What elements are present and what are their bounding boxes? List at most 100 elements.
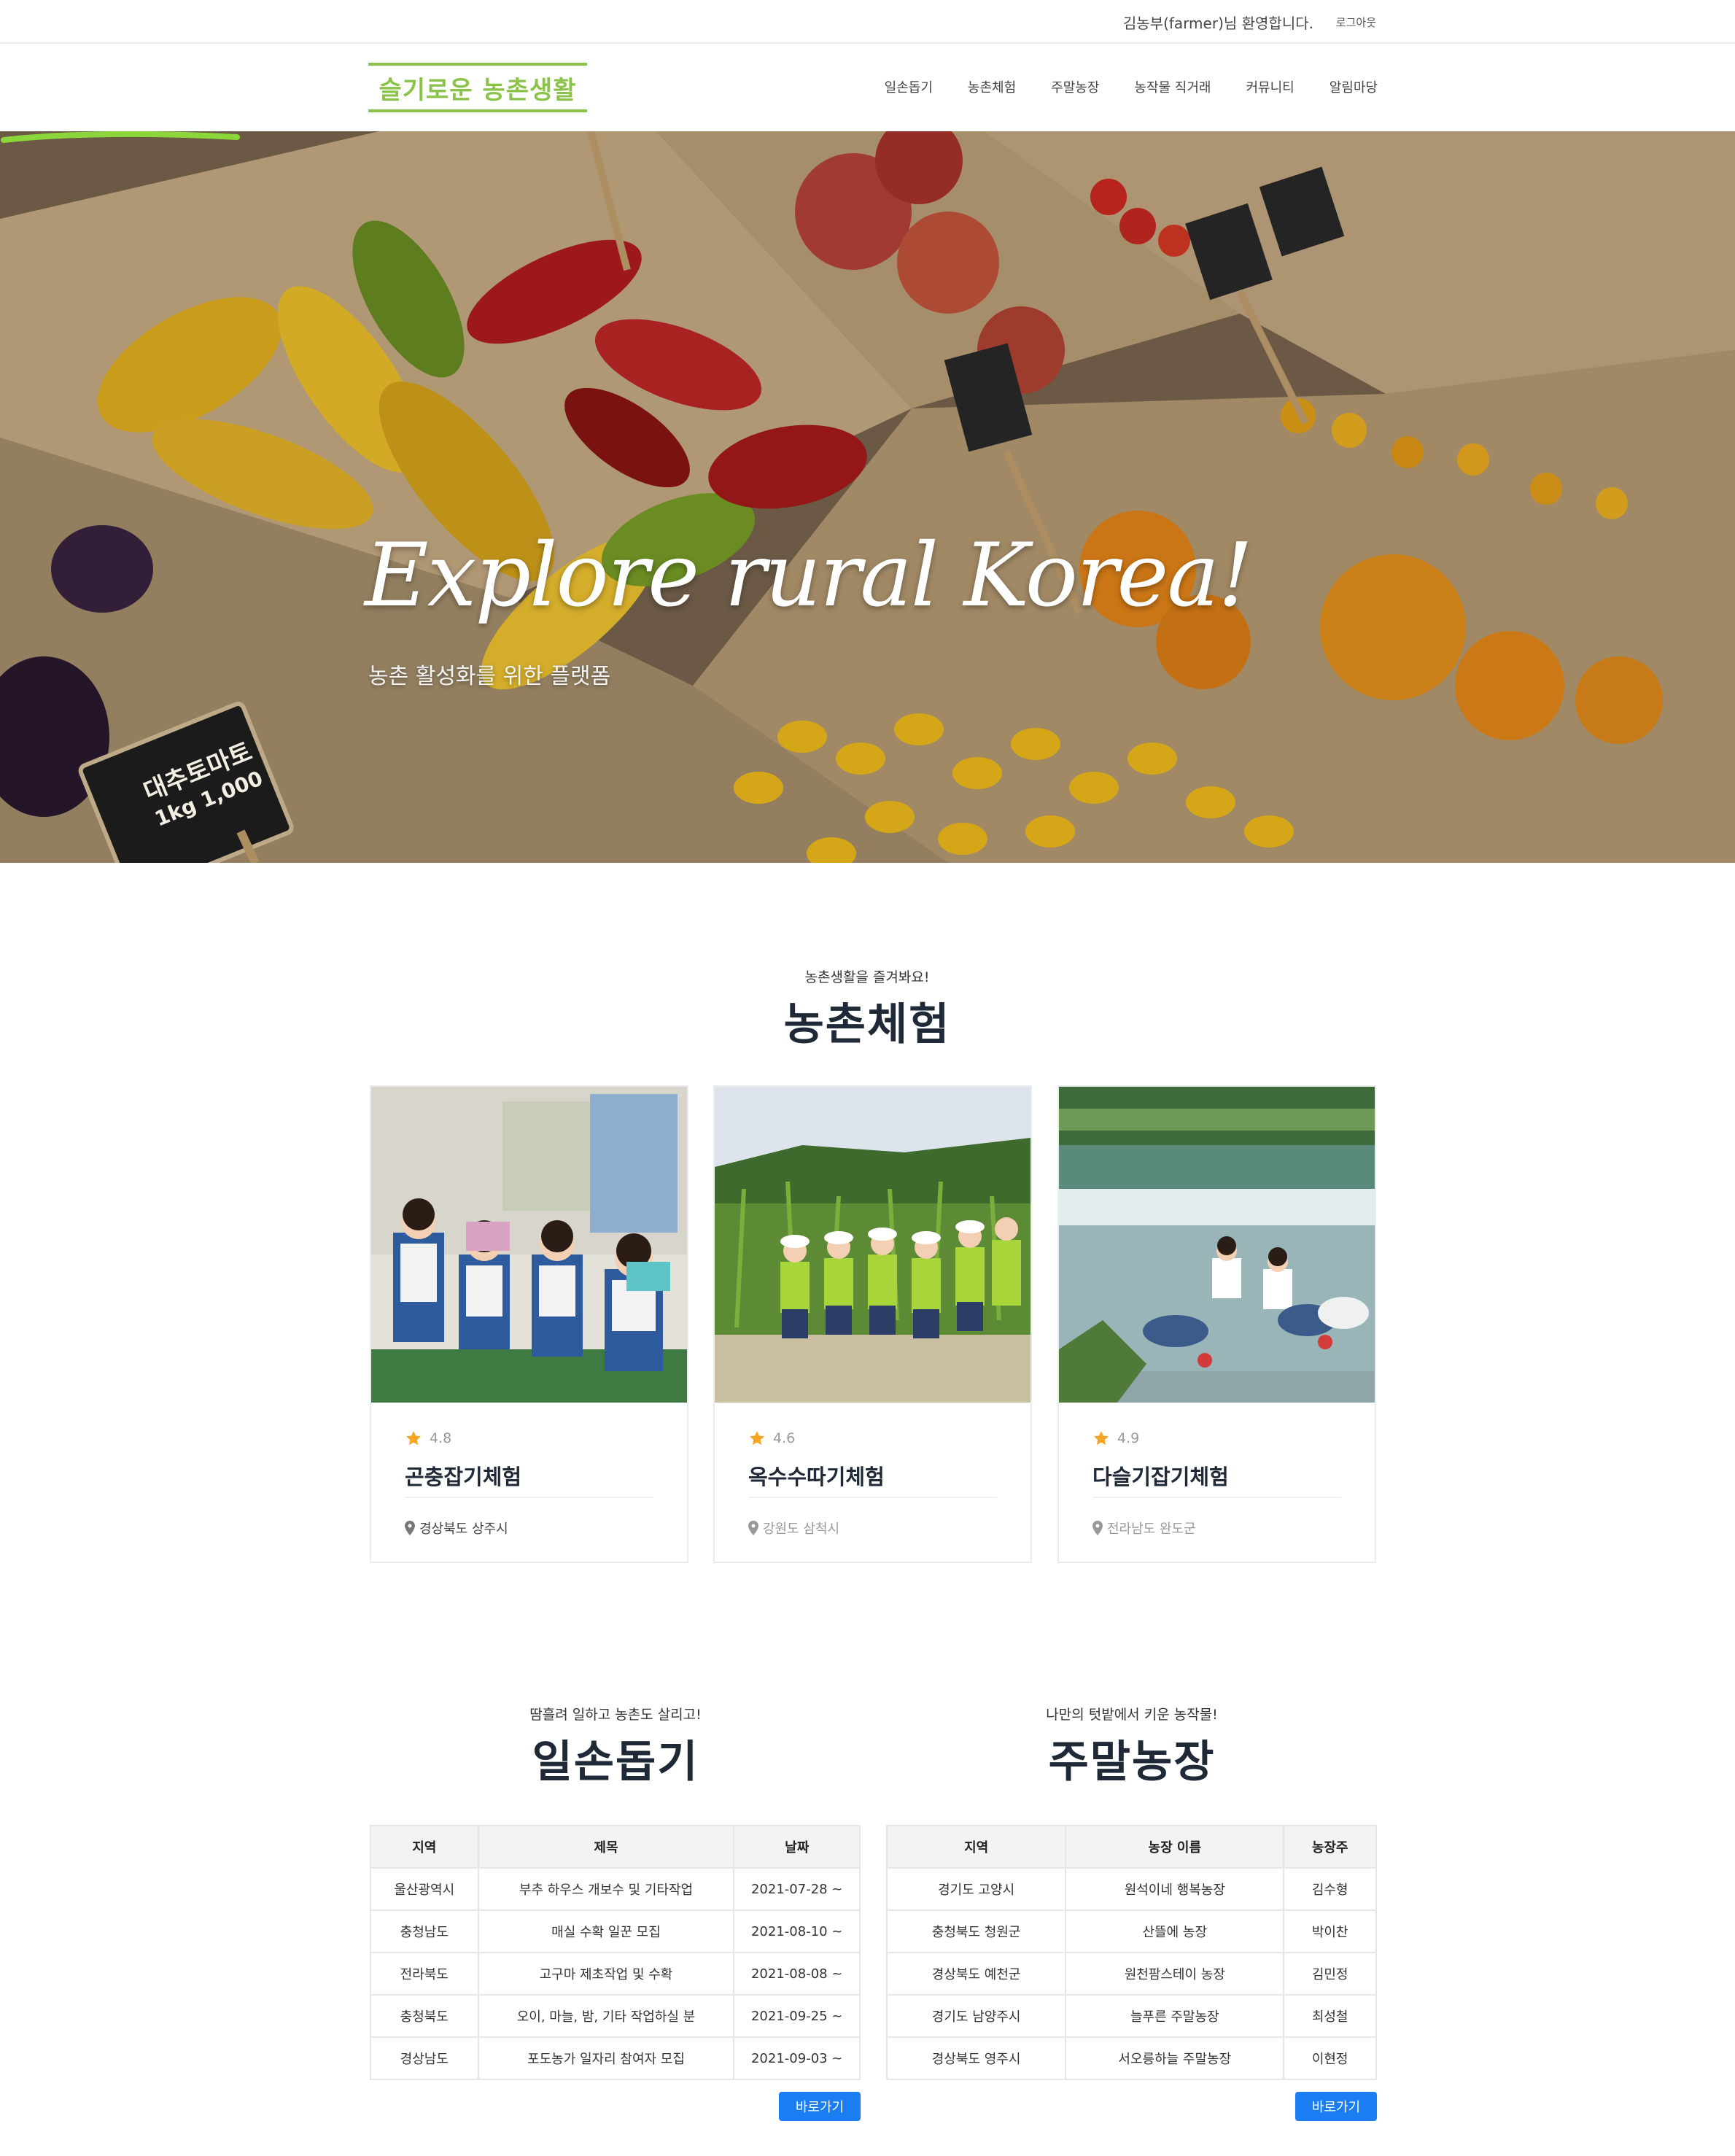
nav-item-help[interactable]: 일손돕기 (885, 77, 933, 96)
experience-kicker: 농촌생활을 즐겨봐요! (804, 969, 930, 985)
rating-value: 4.8 (430, 1430, 452, 1446)
cell-owner: 김수형 (1283, 1867, 1377, 1911)
table-header-row: 지역 농장 이름 농장주 (885, 1825, 1377, 1869)
column-header: 지역 (370, 1825, 479, 1869)
hero-vegetable-image (0, 131, 1735, 863)
card-image-insects (371, 1087, 687, 1403)
weekend-kicker: 나만의 텃밭에서 키운 농작물! (1046, 1707, 1218, 1723)
cell-date: 2021-08-08 ~ (733, 1952, 861, 1996)
weekend-more-button[interactable]: 바로가기 (1295, 2092, 1377, 2121)
card-location: 강원도 삼척시 (748, 1519, 839, 1537)
logout-link[interactable]: 로그아웃 (1336, 15, 1376, 30)
star-icon (406, 1431, 421, 1446)
weekend-heading: 나만의 텃밭에서 키운 농작물! 주말농장 (913, 1704, 1351, 1790)
experience-card-3[interactable]: 4.9 다슬기잡기체험 전라남도 완도군 (1057, 1085, 1376, 1563)
table-header-row: 지역 제목 날짜 (370, 1825, 861, 1869)
table-row[interactable]: 충청북도 오이, 마늘, 밤, 기타 작업하실 분 2021-09-25 ~ (370, 1994, 861, 2038)
hero-title: Explore rural Korea! (365, 525, 1253, 627)
table-row[interactable]: 충청북도 청원군 산뜰에 농장 박이찬 (885, 1909, 1377, 1953)
star-icon (1094, 1431, 1109, 1446)
hero-underline-swoosh (1, 131, 240, 143)
site-logo[interactable]: 슬기로운 농촌생활 (368, 63, 587, 112)
cell-region: 전라북도 (370, 1952, 479, 1996)
cell-title[interactable]: 포도농가 일자리 참여자 모집 (477, 2036, 735, 2080)
location-pin-icon (405, 1521, 415, 1535)
hero-banner: 대추토마토 1kg 1,000 Explore rural Korea! 농촌 … (0, 131, 1735, 863)
nav-item-experience[interactable]: 농촌체험 (968, 77, 1016, 96)
cell-owner: 이현정 (1283, 2036, 1377, 2080)
cell-region: 충청북도 (370, 1994, 479, 2038)
table-row[interactable]: 경기도 남양주시 늘푸른 주말농장 최성철 (885, 1994, 1377, 2038)
card-rating: 4.9 (1092, 1430, 1139, 1447)
main-nav: 일손돕기 농촌체험 주말농장 농작물 직거래 커뮤니티 알림마당 (885, 77, 1378, 96)
cell-farm-name[interactable]: 산뜰에 농장 (1065, 1909, 1285, 1953)
weekend-table: 지역 농장 이름 농장주 경기도 고양시 원석이네 행복농장 김수형 충청북도 … (885, 1825, 1377, 2080)
nav-item-community[interactable]: 커뮤니티 (1246, 77, 1295, 96)
card-divider (748, 1497, 997, 1498)
cell-region: 울산광역시 (370, 1867, 479, 1911)
table-row[interactable]: 충청남도 매실 수확 일꾼 모집 2021-08-10 ~ (370, 1909, 861, 1953)
experience-heading: 농촌생활을 즐겨봐요! 농촌체험 (648, 966, 1086, 1052)
cell-title[interactable]: 오이, 마늘, 밤, 기타 작업하실 분 (477, 1994, 735, 2038)
cell-date: 2021-09-03 ~ (733, 2036, 861, 2080)
column-header: 농장 이름 (1065, 1825, 1285, 1869)
help-title: 일손돕기 (532, 1737, 699, 1788)
cell-owner: 김민정 (1283, 1952, 1377, 1996)
column-header: 지역 (885, 1825, 1067, 1869)
cell-region: 충청남도 (370, 1909, 479, 1953)
table-row[interactable]: 경상북도 영주시 서오릉하늘 주말농장 이현정 (885, 2036, 1377, 2080)
card-location: 전라남도 완도군 (1092, 1519, 1196, 1537)
welcome-message: 김농부(farmer)님 환영합니다. (1122, 15, 1313, 32)
cell-region: 경상북도 영주시 (885, 2036, 1067, 2080)
hero-subtitle: 농촌 활성화를 위한 플랫폼 (368, 664, 611, 689)
card-rating: 4.6 (748, 1430, 795, 1447)
cell-region: 경상북도 예천군 (885, 1952, 1067, 1996)
cell-farm-name[interactable]: 원천팜스테이 농장 (1065, 1952, 1285, 1996)
site-header: 슬기로운 농촌생활 일손돕기 농촌체험 주말농장 농작물 직거래 커뮤니티 알림… (0, 44, 1735, 131)
top-bar: 김농부(farmer)님 환영합니다. 로그아웃 (0, 0, 1735, 44)
cell-title[interactable]: 고구마 제초작업 및 수확 (477, 1952, 735, 1996)
table-row[interactable]: 울산광역시 부추 하우스 개보수 및 기타작업 2021-07-28 ~ (370, 1867, 861, 1911)
rating-value: 4.6 (773, 1430, 796, 1446)
cell-date: 2021-08-10 ~ (733, 1909, 861, 1953)
card-rating: 4.8 (405, 1430, 451, 1447)
experience-card-2[interactable]: 4.6 옥수수따기체험 강원도 삼척시 (713, 1085, 1032, 1563)
card-image-river (1059, 1087, 1375, 1403)
experience-card-1[interactable]: 4.8 곤충잡기체험 경상북도 상주시 (370, 1085, 688, 1563)
card-title: 곤충잡기체험 (405, 1465, 522, 1489)
cell-title[interactable]: 부추 하우스 개보수 및 기타작업 (477, 1867, 735, 1911)
cell-owner: 최성철 (1283, 1994, 1377, 2038)
cell-region: 경기도 고양시 (885, 1867, 1067, 1911)
nav-item-direct-trade[interactable]: 농작물 직거래 (1134, 77, 1211, 96)
help-heading: 땀흘려 일하고 농촌도 살리고! 일손돕기 (397, 1704, 834, 1790)
card-title: 옥수수따기체험 (748, 1465, 885, 1489)
cell-farm-name[interactable]: 늘푸른 주말농장 (1065, 1994, 1285, 2038)
location-text: 경상북도 상주시 (419, 1521, 508, 1537)
help-more-button[interactable]: 바로가기 (779, 2092, 861, 2121)
column-header: 날짜 (733, 1825, 861, 1869)
cell-region: 경상남도 (370, 2036, 479, 2080)
table-row[interactable]: 경기도 고양시 원석이네 행복농장 김수형 (885, 1867, 1377, 1911)
cell-date: 2021-07-28 ~ (733, 1867, 861, 1911)
table-row[interactable]: 경상남도 포도농가 일자리 참여자 모집 2021-09-03 ~ (370, 2036, 861, 2080)
cell-date: 2021-09-25 ~ (733, 1994, 861, 2038)
table-row[interactable]: 전라북도 고구마 제초작업 및 수확 2021-08-08 ~ (370, 1952, 861, 1996)
nav-item-notice[interactable]: 알림마당 (1330, 77, 1378, 96)
card-title: 다슬기잡기체험 (1092, 1465, 1229, 1489)
cell-region: 경기도 남양주시 (885, 1994, 1067, 2038)
cell-region: 충청북도 청원군 (885, 1909, 1067, 1953)
cell-farm-name[interactable]: 서오릉하늘 주말농장 (1065, 2036, 1285, 2080)
star-icon (750, 1431, 764, 1446)
help-table: 지역 제목 날짜 울산광역시 부추 하우스 개보수 및 기타작업 2021-07… (370, 1825, 861, 2080)
location-text: 강원도 삼척시 (763, 1521, 840, 1537)
table-row[interactable]: 경상북도 예천군 원천팜스테이 농장 김민정 (885, 1952, 1377, 1996)
card-image-corn (715, 1087, 1030, 1403)
location-text: 전라남도 완도군 (1107, 1521, 1196, 1537)
help-kicker: 땀흘려 일하고 농촌도 살리고! (529, 1707, 702, 1723)
cell-farm-name[interactable]: 원석이네 행복농장 (1065, 1867, 1285, 1911)
location-pin-icon (748, 1521, 758, 1535)
card-divider (405, 1497, 653, 1498)
nav-item-weekend-farm[interactable]: 주말농장 (1051, 77, 1099, 96)
cell-owner: 박이찬 (1283, 1909, 1377, 1953)
cell-title[interactable]: 매실 수확 일꾼 모집 (477, 1909, 735, 1953)
